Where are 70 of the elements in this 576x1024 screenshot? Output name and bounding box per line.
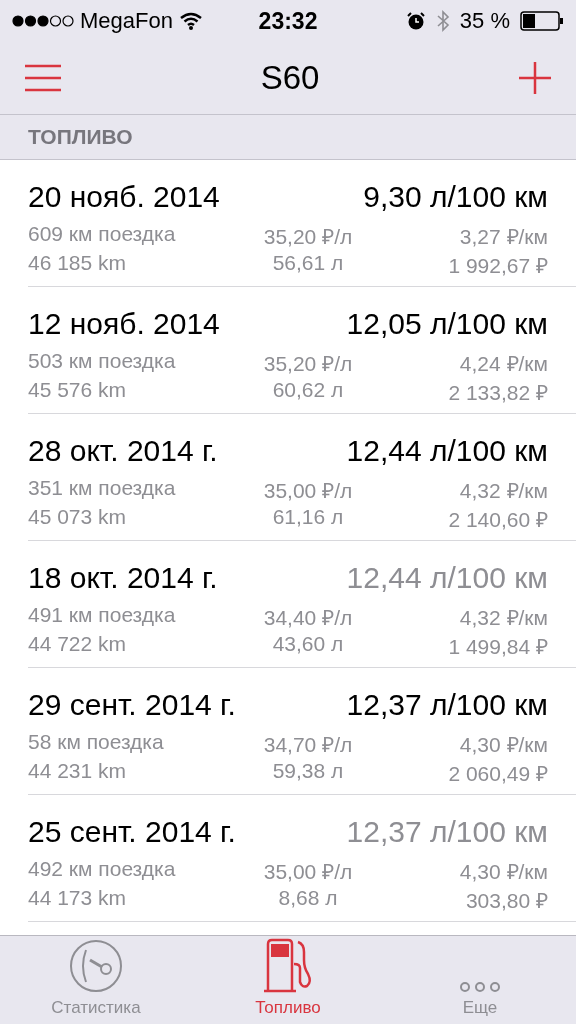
fuel-price: 35,20 ₽/л [263, 224, 353, 250]
more-icon [458, 980, 502, 994]
fuel-volume: 8,68 л [278, 886, 338, 911]
total-cost: 2 060,49 ₽ [448, 761, 548, 787]
fuel-pump-icon [262, 938, 314, 994]
trip-distance: 609 км поездка [28, 222, 176, 247]
odometer-reading: 45 073 km [28, 505, 127, 530]
fuel-volume: 56,61 л [272, 251, 344, 276]
entry-date: 29 сент. 2014 г. [28, 688, 236, 722]
fuel-price: 34,40 ₽/л [263, 605, 353, 631]
signal-icon [12, 14, 74, 28]
fuel-entry[interactable]: 29 сент. 2014 г. 12,37 л/100 км 58 км поездка 34,70 ₽/л 4,30 ₽/км 44 231 km 59,38 л 2 060,49 ₽ [28, 668, 576, 795]
odometer-reading: 44 173 km [28, 886, 127, 911]
carrier-name: MegaFon [80, 8, 173, 34]
total-cost: 1 499,84 ₽ [448, 634, 548, 660]
fuel-volume: 61,16 л [272, 505, 344, 530]
entry-date: 12 нояб. 2014 [28, 307, 220, 341]
trip-distance: 503 км поездка [28, 349, 176, 374]
consumption-value: 12,05 л/100 км [346, 307, 548, 341]
cost-per-km: 4,30 ₽/км [459, 732, 548, 758]
menu-icon[interactable] [24, 64, 62, 92]
screen-title: S60 [260, 59, 320, 97]
cost-per-km: 4,32 ₽/км [459, 478, 548, 504]
total-cost: 303,80 ₽ [465, 888, 548, 914]
cost-per-km: 3,27 ₽/км [459, 224, 548, 250]
odometer-reading: 44 722 km [28, 632, 127, 657]
battery-percent: 35 % [459, 8, 510, 34]
fuel-volume: 43,60 л [272, 632, 344, 657]
consumption-value: 12,37 л/100 км [346, 815, 548, 849]
alarm-icon [405, 11, 426, 31]
entry-date: 28 окт. 2014 г. [28, 434, 218, 468]
fuel-price: 34,70 ₽/л [263, 732, 353, 758]
fuel-entry[interactable]: 18 окт. 2014 г. 12,44 л/100 км 491 км поездка 34,40 ₽/л 4,32 ₽/км 44 722 km 43,60 л 1 499,84 ₽ [28, 541, 576, 668]
fuel-price: 35,20 ₽/л [263, 351, 353, 377]
wifi-icon [178, 12, 203, 30]
entry-date: 20 нояб. 2014 [28, 180, 220, 214]
trip-distance: 491 км поездка [28, 603, 176, 628]
odometer-reading: 45 576 km [28, 378, 127, 403]
total-cost: 2 140,60 ₽ [448, 507, 548, 533]
fuel-entry[interactable]: 25 сент. 2014 г. 12,37 л/100 км 492 км поездка 35,00 ₽/л 4,30 ₽/км 44 173 km 8,68 л 303,80 ₽ [28, 795, 576, 922]
total-cost: 2 133,82 ₽ [448, 380, 548, 406]
consumption-value: 12,44 л/100 км [346, 434, 548, 468]
odometer-reading: 44 231 km [28, 759, 127, 784]
consumption-value: 9,30 л/100 км [363, 180, 548, 214]
bluetooth-icon [435, 10, 450, 32]
trip-distance: 492 км поездка [28, 857, 176, 882]
fuel-entry[interactable]: 12 нояб. 2014 12,05 л/100 км 503 км поездка 35,20 ₽/л 4,24 ₽/км 45 576 km 60,62 л 2 133,82 ₽ [28, 287, 576, 414]
cost-per-km: 4,32 ₽/км [459, 605, 548, 631]
consumption-value: 12,44 л/100 км [346, 561, 548, 595]
tab-bar-item[interactable]: Топливо [192, 936, 384, 1024]
fuel-price: 35,00 ₽/л [263, 859, 353, 885]
section-header: ТОПЛИВО [28, 125, 133, 149]
fuel-entry[interactable]: 28 окт. 2014 г. 12,44 л/100 км 351 км поездка 35,00 ₽/л 4,32 ₽/км 45 073 km 61,16 л 2 140,60 ₽ [28, 414, 576, 541]
consumption-value: 12,37 л/100 км [346, 688, 548, 722]
odometer-reading: 46 185 km [28, 251, 127, 276]
fuel-price: 35,00 ₽/л [263, 478, 353, 504]
battery-icon [520, 11, 564, 31]
entry-date: 25 сент. 2014 г. [28, 815, 236, 849]
total-cost: 1 992,67 ₽ [448, 253, 548, 279]
fuel-volume: 59,38 л [272, 759, 344, 784]
entry-date: 18 окт. 2014 г. [28, 561, 218, 595]
fuel-volume: 60,62 л [272, 378, 344, 403]
trip-distance: 58 км поездка [28, 730, 164, 755]
cost-per-km: 4,24 ₽/км [459, 351, 548, 377]
add-icon[interactable] [518, 61, 552, 95]
fuel-entry[interactable]: 20 нояб. 2014 9,30 л/100 км 609 км поездка 35,20 ₽/л 3,27 ₽/км 46 185 km 56,61 л 1 992,67 ₽ [28, 160, 576, 287]
gauge-icon [68, 938, 124, 994]
cost-per-km: 4,30 ₽/км [459, 859, 548, 885]
clock-time: 23:32 [258, 7, 318, 34]
trip-distance: 351 км поездка [28, 476, 176, 501]
